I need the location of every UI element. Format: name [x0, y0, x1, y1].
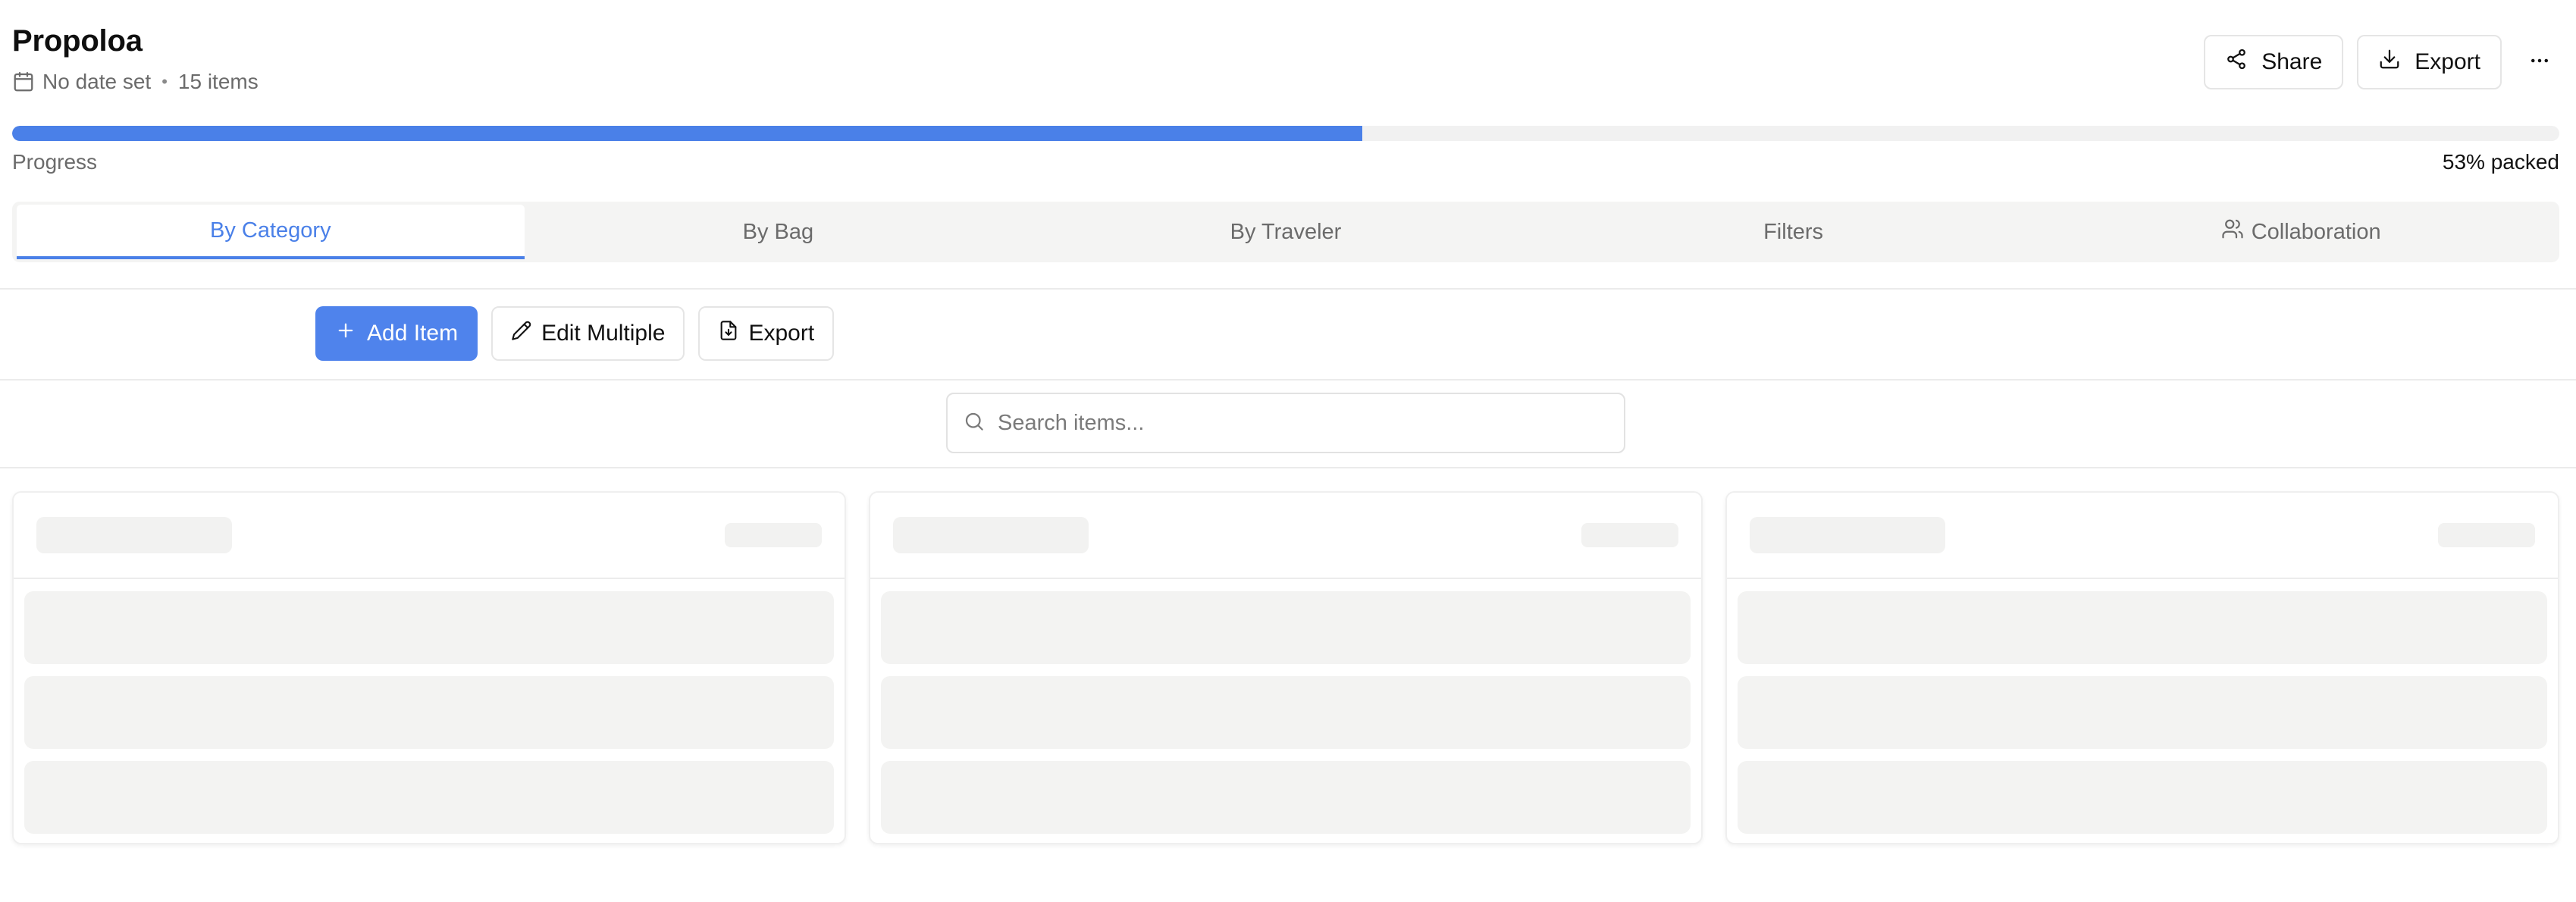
tab-label: Collaboration	[2251, 219, 2381, 244]
skeleton-card	[12, 491, 846, 844]
share-label: Share	[2261, 49, 2323, 74]
divider	[0, 467, 2576, 468]
packing-list-page: Propoloa No date set • 15 items Share Ex…	[0, 0, 2576, 902]
skeleton-card-body	[870, 579, 1701, 846]
skeleton-row	[881, 591, 1691, 664]
skeleton-card-body	[1727, 579, 2558, 846]
tab-filters[interactable]: Filters	[1540, 205, 2048, 259]
search-box	[946, 393, 1625, 453]
tab-label: By Bag	[742, 219, 814, 244]
share-button[interactable]: Share	[2204, 35, 2344, 89]
skeleton-badge	[725, 523, 822, 547]
skeleton-card-header	[14, 493, 845, 579]
category-cards-loading	[12, 491, 2559, 844]
more-options-button[interactable]	[2515, 35, 2564, 89]
tab-label: By Traveler	[1230, 219, 1342, 244]
skeleton-row	[881, 676, 1691, 749]
header-actions: Share Export	[2204, 35, 2564, 89]
skeleton-row	[24, 761, 834, 834]
skeleton-row	[1738, 591, 2547, 664]
date-text: No date set	[42, 70, 152, 93]
users-icon	[2221, 218, 2244, 246]
divider	[0, 379, 2576, 381]
skeleton-card-body	[14, 579, 845, 846]
pencil-icon	[511, 320, 532, 347]
skeleton-row	[24, 591, 834, 664]
skeleton-row	[1738, 676, 2547, 749]
file-export-icon	[718, 320, 739, 347]
export-button[interactable]: Export	[2357, 35, 2502, 89]
skeleton-badge	[2438, 523, 2535, 547]
search-input[interactable]	[998, 410, 1609, 436]
tab-by-category[interactable]: By Category	[17, 205, 525, 259]
download-icon	[2378, 48, 2401, 77]
skeleton-badge	[1581, 523, 1678, 547]
tab-by-traveler[interactable]: By Traveler	[1032, 205, 1540, 259]
more-horizontal-icon	[2528, 49, 2551, 76]
skeleton-title	[36, 517, 232, 553]
list-meta: No date set • 15 items	[12, 70, 2564, 94]
add-item-label: Add Item	[367, 321, 459, 346]
page-title: Propoloa	[12, 24, 143, 58]
export-list-button[interactable]: Export	[698, 306, 835, 361]
edit-multiple-button[interactable]: Edit Multiple	[491, 306, 685, 361]
divider	[0, 288, 2576, 290]
meta-separator: •	[161, 72, 168, 91]
skeleton-row	[1738, 761, 2547, 834]
view-tabs: By Category By Bag By Traveler Filters C…	[12, 202, 2559, 262]
progress-fill	[12, 126, 1362, 141]
edit-multiple-label: Edit Multiple	[541, 321, 666, 346]
share-icon	[2225, 48, 2248, 77]
skeleton-card-header	[1727, 493, 2558, 579]
skeleton-card	[1725, 491, 2559, 844]
progress-section: Progress 53% packed	[12, 126, 2559, 174]
search-icon	[963, 410, 986, 437]
tab-collaboration[interactable]: Collaboration	[2047, 205, 2555, 259]
skeleton-row	[881, 761, 1691, 834]
skeleton-card-header	[870, 493, 1701, 579]
export-label: Export	[2415, 49, 2480, 74]
progress-row: Progress 53% packed	[12, 150, 2559, 174]
export-list-label: Export	[748, 321, 815, 346]
calendar-icon	[12, 70, 35, 93]
tab-label: Filters	[1763, 219, 1824, 244]
skeleton-title	[893, 517, 1089, 553]
progress-track	[12, 126, 2559, 141]
skeleton-title	[1750, 517, 1945, 553]
tab-by-bag[interactable]: By Bag	[525, 205, 1033, 259]
items-count: 15 items	[177, 70, 259, 93]
list-toolbar: Add Item Edit Multiple Export	[315, 306, 835, 361]
page-header: Propoloa No date set • 15 items Share Ex…	[12, 23, 2564, 106]
progress-label: Progress	[12, 150, 98, 174]
progress-value: 53% packed	[2442, 150, 2559, 174]
plus-icon	[335, 320, 356, 347]
tab-label: By Category	[210, 218, 331, 243]
skeleton-card	[869, 491, 1703, 844]
add-item-button[interactable]: Add Item	[315, 306, 478, 361]
skeleton-row	[24, 676, 834, 749]
